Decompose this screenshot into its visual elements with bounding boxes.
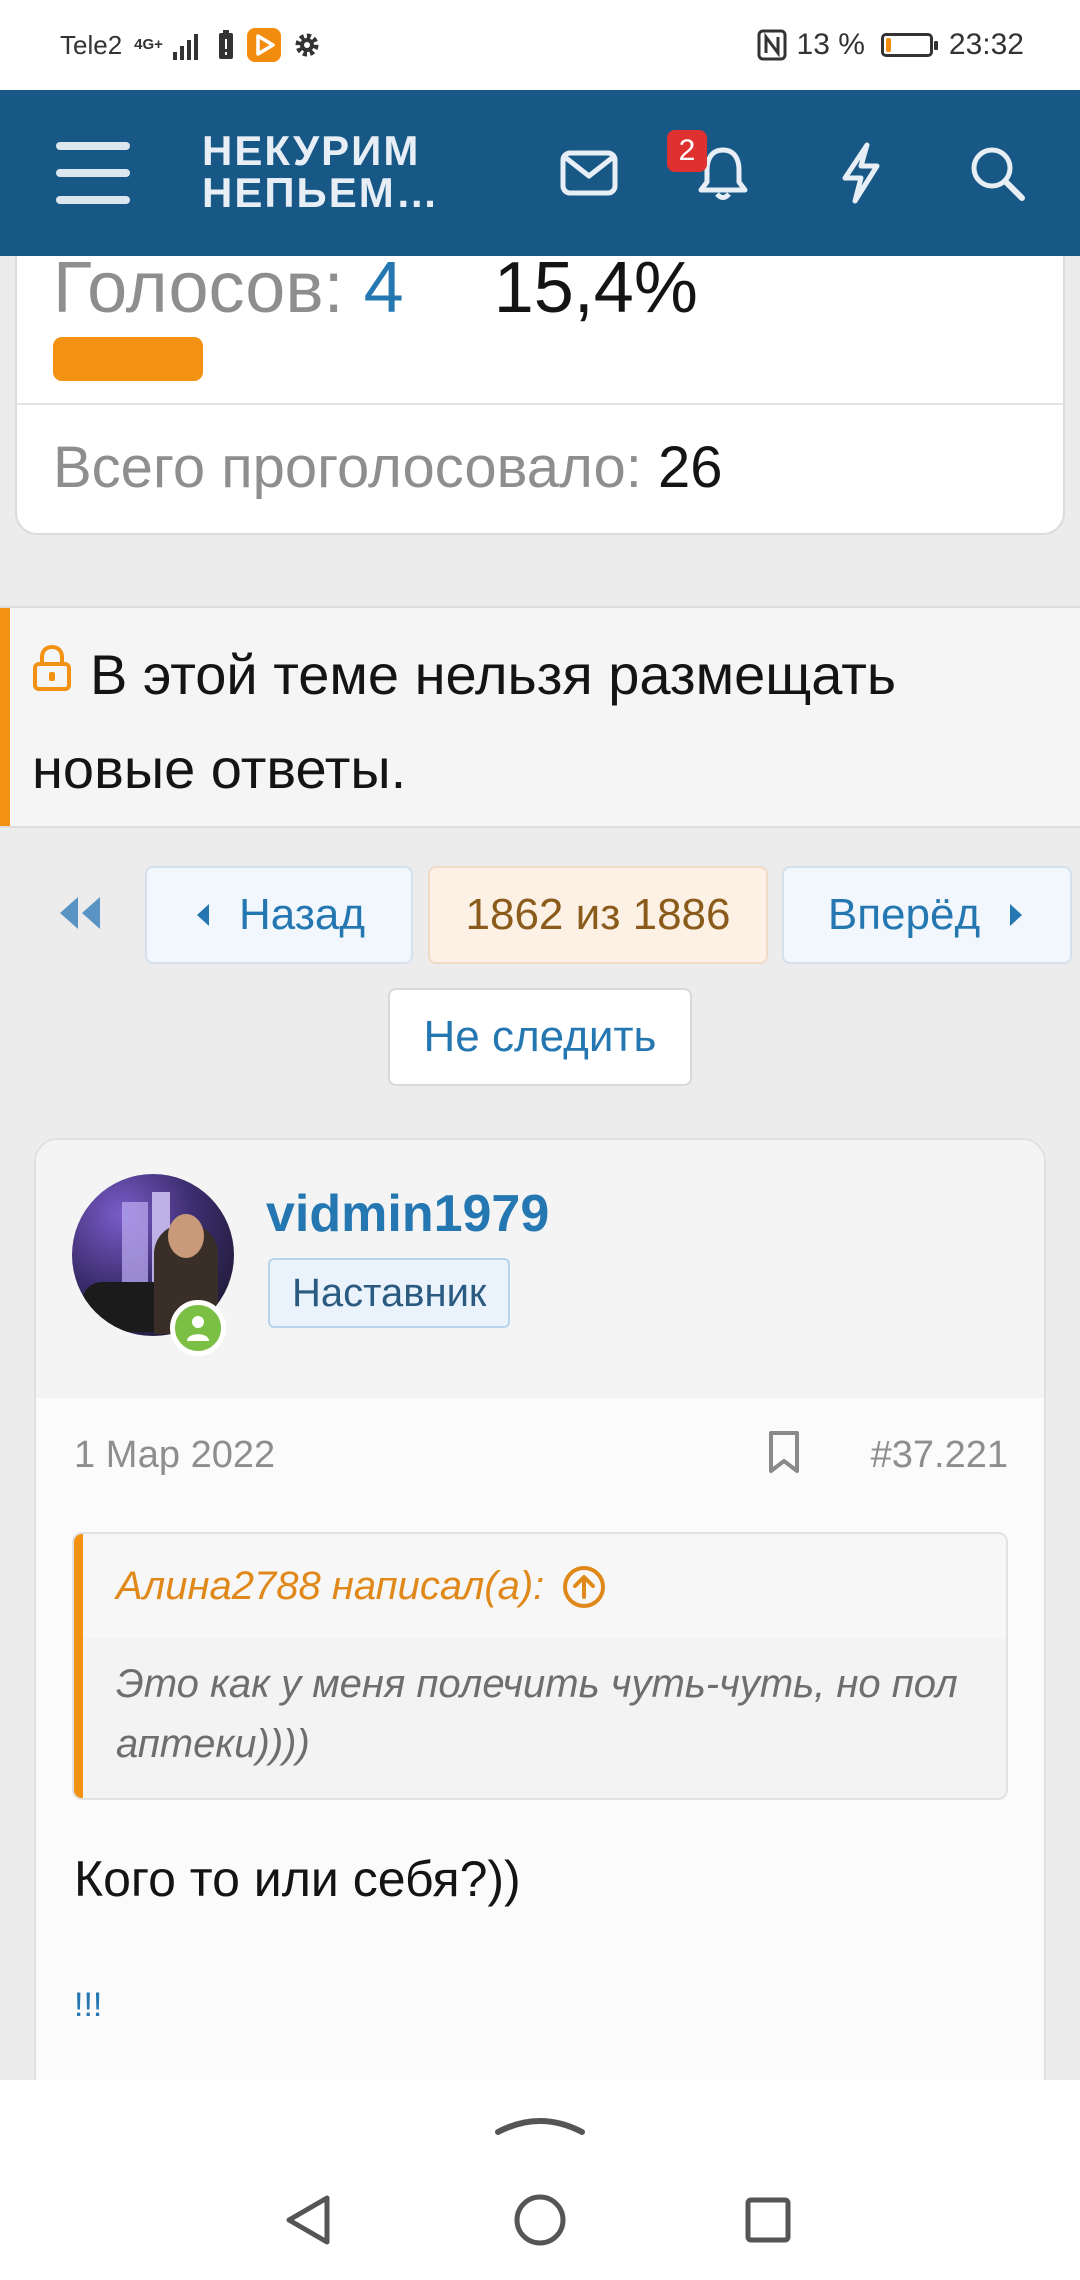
- battery-icon: [880, 33, 938, 57]
- quote-author-link[interactable]: Алина2788 написал(а):: [116, 1564, 606, 1609]
- logo-line-2: НЕПЬЕМ…: [202, 169, 440, 216]
- first-page-icon[interactable]: [56, 888, 112, 938]
- poll-total: Всего проголосовало: 26: [53, 434, 723, 501]
- quote-accent: [74, 1534, 83, 1798]
- total-value: 26: [658, 435, 723, 500]
- chevron-right-icon: [1010, 904, 1023, 926]
- carrier-name: Tele2: [60, 29, 123, 60]
- thread-locked-notice: В этой теме нельзя размещать новые ответ…: [0, 606, 1080, 828]
- play-app-icon: [246, 27, 282, 63]
- votes-percent: 15,4%: [493, 248, 698, 328]
- battery-percent: 13 %: [796, 28, 865, 61]
- battery-alert-icon: [216, 29, 236, 61]
- poll-progress-bar: [53, 337, 203, 381]
- quote-text: Это как у меня полечить чуть-чуть, но по…: [116, 1662, 958, 1766]
- notice-accent: [0, 608, 10, 826]
- recents-icon[interactable]: [728, 2180, 808, 2260]
- swipe-up-handle-icon[interactable]: [494, 2108, 586, 2143]
- notification-badge: 2: [667, 130, 707, 172]
- votes-label: Голосов:: [53, 248, 344, 328]
- notice-text-wrap: В этой теме нельзя размещать новые ответ…: [32, 630, 1052, 814]
- current-page-button[interactable]: 1862 из 1886: [428, 866, 768, 964]
- search-icon[interactable]: [964, 140, 1030, 206]
- signal-icon: [172, 30, 198, 60]
- divider: [17, 403, 1063, 405]
- chevron-left-icon: [196, 904, 209, 926]
- votes-value[interactable]: 4: [364, 248, 404, 328]
- envelope-icon[interactable]: [556, 140, 622, 206]
- username-link[interactable]: vidmin1979: [266, 1184, 549, 1244]
- back-icon[interactable]: [268, 2180, 348, 2260]
- prev-page-button[interactable]: Назад: [145, 866, 413, 964]
- post-date[interactable]: 1 Мар 2022: [74, 1434, 275, 1477]
- unwatch-label: Не следить: [423, 1012, 657, 1061]
- online-status-icon: [170, 1300, 226, 1356]
- poll-option-votes: Голосов: 4 15,4%: [53, 248, 698, 328]
- current-page-label: 1862 из 1886: [465, 890, 731, 939]
- post-number[interactable]: #37.221: [871, 1434, 1008, 1477]
- quote-author: Алина2788 написал(а):: [116, 1564, 545, 1608]
- unwatch-button[interactable]: Не следить: [388, 988, 692, 1086]
- notice-text: В этой теме нельзя размещать новые ответ…: [32, 643, 897, 801]
- settings-gear-icon: [292, 30, 322, 60]
- user-role-badge: Наставник: [268, 1258, 511, 1328]
- system-nav-bar: [0, 2080, 1080, 2280]
- quote-block: Алина2788 написал(а): Это как у меня пол…: [72, 1532, 1008, 1800]
- next-label: Вперёд: [827, 890, 981, 939]
- status-bar: Tele2 4G+ 13 % 23:32: [0, 0, 1080, 90]
- logo-line-1: НЕКУРИМ: [202, 127, 421, 174]
- network-type: 4G+: [134, 36, 163, 53]
- prev-label: Назад: [238, 890, 366, 939]
- lightning-icon[interactable]: [828, 140, 894, 206]
- app-header: НЕКУРИМ НЕПЬЕМ… 2: [0, 90, 1080, 256]
- post-body: Кого то или себя?)): [74, 1851, 521, 1907]
- bookmark-icon[interactable]: [766, 1430, 802, 1479]
- lock-icon: [32, 628, 72, 718]
- menu-icon[interactable]: [56, 142, 130, 204]
- home-icon[interactable]: [500, 2180, 580, 2260]
- post-author-block: vidmin1979 Наставник: [36, 1140, 1044, 1398]
- site-logo[interactable]: НЕКУРИМ НЕПЬЕМ…: [202, 130, 440, 214]
- go-to-quote-icon[interactable]: [562, 1565, 606, 1609]
- total-label: Всего проголосовало:: [53, 435, 642, 500]
- nfc-icon: [757, 29, 787, 61]
- next-page-button[interactable]: Вперёд: [782, 866, 1072, 964]
- post-extra: !!!: [74, 1986, 103, 2024]
- clock: 23:32: [948, 28, 1024, 61]
